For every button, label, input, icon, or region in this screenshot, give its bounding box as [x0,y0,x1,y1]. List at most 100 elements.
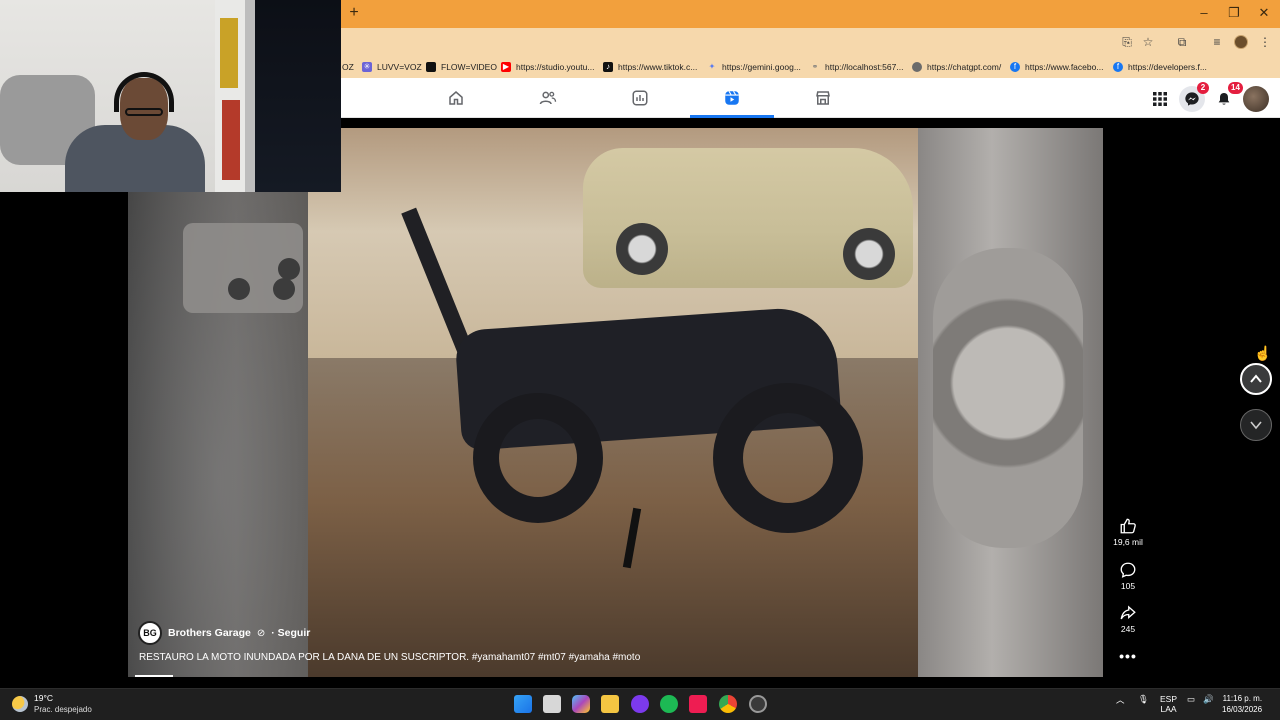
windows-start-icon[interactable] [514,695,532,713]
tiktok-app-icon[interactable] [689,695,707,713]
tab-reels[interactable] [691,80,773,116]
clock[interactable]: 11:16 p. m. 16/03/2026 [1222,693,1262,715]
extensions-icon[interactable]: ⧉ [1174,34,1190,50]
reels-icon [725,90,739,105]
maximize-button[interactable]: ❐ [1226,5,1242,21]
tab-dashboard[interactable] [599,80,681,116]
reel-caption: RESTAURO LA MOTO INUNDADA POR LA DANA DE… [139,652,641,663]
browser-profile-avatar[interactable] [1234,35,1248,49]
dashboard-icon [632,90,648,106]
bookmark-item[interactable]: ⚭ http://localhost:567... [810,59,904,75]
bookmark-label: http://localhost:567... [825,62,904,72]
video-car-wheel [843,228,895,280]
app-icon[interactable] [631,695,649,713]
time: 11:16 p. m. [1222,694,1263,703]
tab-home[interactable] [415,80,497,116]
tab-marketplace[interactable] [782,80,864,116]
author-avatar[interactable]: BG [138,621,162,645]
webcam-glasses [125,108,163,116]
comment-icon [1120,562,1136,578]
square-icon [426,62,436,72]
video-bike-wheel [473,393,603,523]
reel-author-row: BG Brothers Garage ⊘ · Seguir [138,621,310,645]
facebook-icon: f [1113,62,1123,72]
bookmark-label: https://developers.f... [1128,62,1207,72]
bookmark-label: https://gemini.goog... [722,62,801,72]
language-indicator[interactable]: ESP LAA [1160,694,1177,714]
webcam-poster [222,100,240,180]
task-view-icon[interactable] [543,695,561,713]
media-controls-icon[interactable]: ≡ [1209,34,1225,50]
like-count: 19,6 mil [1113,537,1143,547]
bookmark-label: https://www.tiktok.c... [618,62,698,72]
more-options-button[interactable]: ••• [1118,648,1138,664]
webcam-overlay [0,0,341,192]
friends-icon [539,91,557,105]
verified-icon: ⊘ [256,627,266,639]
chevron-up-tray-icon[interactable]: ︿ [1116,694,1125,706]
date: 16/03/2026 [1222,705,1263,714]
next-reel-button[interactable] [1240,409,1272,441]
grid-menu-icon [1153,92,1167,106]
network-icon[interactable]: ▭ [1187,694,1195,705]
copilot-icon[interactable] [572,695,590,713]
steam-icon[interactable] [749,695,767,713]
bookmark-label: https://www.facebo... [1025,62,1104,72]
follow-button[interactable]: · Seguir [271,627,310,639]
share-icon [1120,605,1136,620]
bookmark-item[interactable]: https://chatgpt.com/ [912,59,1001,75]
youtube-icon: ▶ [501,62,511,72]
microphone-icon[interactable]: 🎙 [1138,694,1149,705]
previous-reel-button[interactable] [1240,363,1272,395]
tab-friends[interactable] [507,80,589,116]
temperature: 19°C [34,693,53,703]
spotify-icon[interactable] [660,695,678,713]
video-plate-hole [273,278,295,300]
video-progress-bar[interactable] [135,675,173,677]
share-button[interactable]: 245 [1110,604,1146,634]
minimize-button[interactable]: – [1196,5,1212,21]
menu-button[interactable] [1147,86,1173,112]
new-tab-button[interactable]: + [346,5,362,21]
bookmark-item[interactable]: f https://developers.f... [1113,59,1207,75]
bookmark-label: FLOW=VIDEO [441,62,497,72]
chrome-icon[interactable] [719,695,737,713]
author-name[interactable]: Brothers Garage [168,627,251,639]
hand-cursor-icon: ☝ [1254,345,1272,361]
comment-button[interactable]: 105 [1110,561,1146,591]
bookmark-item[interactable]: ▶ https://studio.youtu... [501,59,594,75]
keyboard-layout: LAA [1160,704,1177,714]
video-bike-wheel [713,383,863,533]
comment-count: 105 [1120,581,1136,591]
bookmark-item[interactable]: ♪ https://www.tiktok.c... [603,59,697,75]
profile-avatar[interactable] [1243,86,1269,112]
browser-menu-icon[interactable]: ⋮ [1257,34,1273,50]
bookmark-item[interactable]: ✦ https://gemini.goog... [707,59,801,75]
chevron-up-icon [1250,374,1262,383]
messenger-icon [1185,92,1199,106]
grid-icon: ✳ [362,62,372,72]
install-app-icon[interactable]: ⎘ [1119,34,1135,50]
weather-condition: Prac. despejado [34,705,92,714]
close-window-button[interactable]: ✕ [1256,5,1272,21]
bookmark-star-icon[interactable]: ☆ [1140,34,1156,50]
volume-icon[interactable]: 🔊 [1203,694,1214,705]
link-icon: ⚭ [811,62,819,71]
bookmark-item[interactable]: f https://www.facebo... [1010,59,1103,75]
bookmark-label: https://chatgpt.com/ [927,62,1002,72]
share-count: 245 [1120,624,1136,634]
like-button[interactable]: 19,6 mil [1110,517,1146,547]
file-explorer-icon[interactable] [601,695,619,713]
notifications-badge: 14 [1228,82,1243,94]
facebook-icon: f [1010,62,1020,72]
bookmark-label: OZ [342,62,354,72]
messenger-badge: 2 [1197,82,1209,94]
video-car-wheel [616,223,668,275]
bookmark-item[interactable]: ✳ LUVV=VOZ [362,59,422,75]
bookmark-item[interactable]: OZ [342,59,354,75]
marketplace-icon [816,91,830,105]
bookmark-item[interactable]: FLOW=VIDEO [426,59,497,75]
weather-widget[interactable]: 19°C Prac. despejado [12,693,92,715]
bell-icon [1218,93,1230,105]
reel-video[interactable] [128,128,1103,677]
